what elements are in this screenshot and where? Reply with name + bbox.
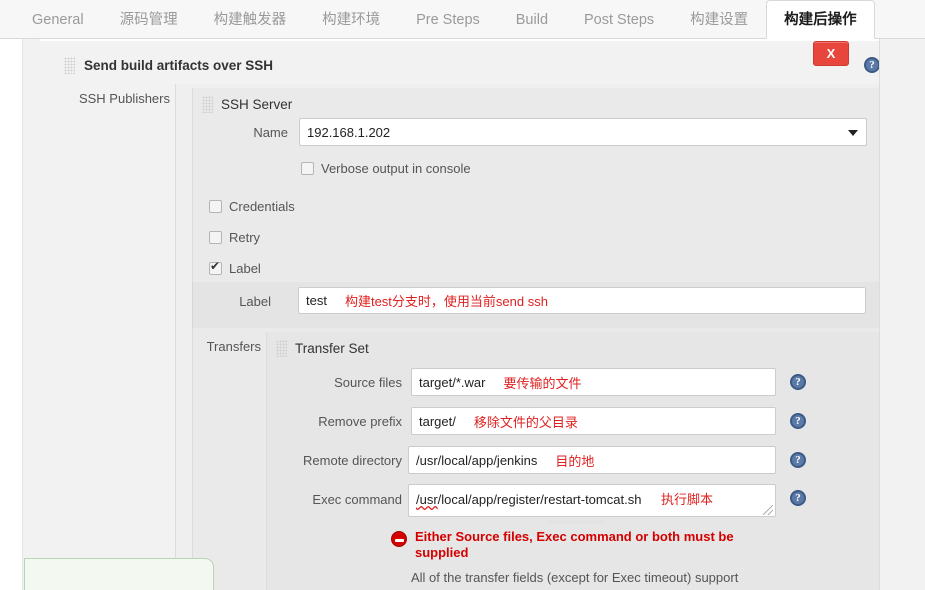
transfer-set-title: Transfer Set <box>295 341 369 356</box>
textarea-drag-bar[interactable] <box>547 520 605 524</box>
validation-error: Either Source files, Exec command or bot… <box>391 529 761 561</box>
ssh-server-drag-handle-icon[interactable] <box>202 96 213 113</box>
ssh-server-name-value: 192.168.1.202 <box>307 124 391 140</box>
left-rail-outer <box>22 39 23 590</box>
ssh-server-title: SSH Server <box>221 97 293 112</box>
tab-general[interactable]: General <box>14 0 102 38</box>
retry-checkbox[interactable] <box>209 231 222 244</box>
help-icon-exec-command[interactable]: ? <box>790 490 806 506</box>
label-text-annotation: 构建test分支时，使用当前send ssh <box>344 294 548 309</box>
transfer-hint-text: All of the transfer fields (except for E… <box>411 570 739 585</box>
name-label: Name <box>253 125 288 140</box>
remote-directory-value: /usr/local/app/jenkins <box>416 452 538 468</box>
remove-prefix-input[interactable]: target/ 移除文件的父目录 <box>411 407 776 435</box>
floating-save-bar[interactable] <box>24 558 214 590</box>
ssh-server-header: SSH Server <box>202 96 292 113</box>
validation-error-text: Either Source files, Exec command or bot… <box>415 529 734 560</box>
source-files-input[interactable]: target/*.war 要传输的文件 <box>411 368 776 396</box>
right-divider <box>879 39 880 590</box>
jenkins-job-config-page: General 源码管理 构建触发器 构建环境 Pre Steps Build … <box>0 0 925 590</box>
label-text-input[interactable]: test 构建test分支时，使用当前send ssh <box>298 287 866 314</box>
help-icon-publisher[interactable]: ? <box>864 57 880 73</box>
credentials-label: Credentials <box>229 199 295 214</box>
label-row[interactable]: Label <box>209 259 261 276</box>
label-text-value: test <box>306 293 327 308</box>
label-checkbox[interactable] <box>209 259 222 275</box>
exec-command-annotation: 执行脚本 <box>661 492 714 507</box>
publisher-block-header: Send build artifacts over SSH <box>64 47 273 83</box>
verbose-output-row[interactable]: Verbose output in console <box>301 161 471 176</box>
tab-build-env[interactable]: 构建环境 <box>304 0 398 38</box>
right-gutter <box>880 39 925 590</box>
tab-pre-steps[interactable]: Pre Steps <box>398 0 498 38</box>
tab-build[interactable]: Build <box>498 0 566 38</box>
error-icon <box>391 531 407 547</box>
publisher-block-send-build-artifacts: Send build artifacts over SSH X ? SSH Pu… <box>24 41 897 590</box>
label-checkbox-label: Label <box>229 261 261 276</box>
config-tab-bar: General 源码管理 构建触发器 构建环境 Pre Steps Build … <box>0 0 925 39</box>
credentials-checkbox[interactable] <box>209 200 222 213</box>
remove-prefix-label: Remove prefix <box>318 414 402 429</box>
remove-prefix-value: target/ <box>419 413 456 429</box>
textarea-resize-handle-icon[interactable] <box>763 505 773 515</box>
ssh-publishers-label: SSH Publishers <box>78 91 170 106</box>
transfers-label: Transfers <box>206 339 261 354</box>
transfer-set-panel: Transfer Set Source files target/*.war 要… <box>266 332 891 590</box>
remote-directory-label: Remote directory <box>303 453 402 468</box>
ssh-server-name-select[interactable]: 192.168.1.202 <box>299 118 867 146</box>
remote-directory-annotation: 目的地 <box>555 453 595 469</box>
tab-scm[interactable]: 源码管理 <box>102 0 196 38</box>
ssh-publishers-panel: SSH Server Name 192.168.1.202 ? Verbose … <box>175 84 897 590</box>
tab-post-build-actions[interactable]: 构建后操作 <box>766 0 875 39</box>
source-files-annotation: 要传输的文件 <box>503 375 582 391</box>
exec-command-value-rest: /local/app/register/restart-tomcat.sh <box>437 492 642 507</box>
source-files-value: target/*.war <box>419 374 486 390</box>
tab-build-settings[interactable]: 构建设置 <box>672 0 766 38</box>
remote-directory-input[interactable]: /usr/local/app/jenkins 目的地 <box>408 446 776 474</box>
delete-publisher-button[interactable]: X <box>813 41 849 66</box>
credentials-row[interactable]: Credentials <box>209 199 295 214</box>
chevron-down-icon <box>848 130 858 136</box>
verbose-output-checkbox[interactable] <box>301 162 314 175</box>
remove-prefix-annotation: 移除文件的父目录 <box>473 414 578 430</box>
help-icon-remote-directory[interactable]: ? <box>790 452 806 468</box>
config-form-body: Send build artifacts over SSH X ? SSH Pu… <box>0 39 925 590</box>
source-files-label: Source files <box>334 375 402 390</box>
tab-post-steps[interactable]: Post Steps <box>566 0 672 38</box>
help-icon-remove-prefix[interactable]: ? <box>790 413 806 429</box>
transfer-set-drag-handle-icon[interactable] <box>276 340 287 357</box>
retry-label: Retry <box>229 230 261 245</box>
retry-row[interactable]: Retry <box>209 230 260 245</box>
transfer-set-header: Transfer Set <box>276 340 369 357</box>
exec-command-value-prefix: /usr <box>416 492 438 507</box>
help-icon-source-files[interactable]: ? <box>790 374 806 390</box>
drag-handle-icon[interactable] <box>64 56 75 74</box>
tab-build-triggers[interactable]: 构建触发器 <box>196 0 305 38</box>
exec-command-textarea[interactable]: /usr/local/app/register/restart-tomcat.s… <box>408 484 776 517</box>
verbose-output-label: Verbose output in console <box>321 161 471 176</box>
exec-command-label: Exec command <box>312 492 402 507</box>
label-field-label: Label <box>239 294 271 309</box>
publisher-block-title: Send build artifacts over SSH <box>84 57 274 73</box>
